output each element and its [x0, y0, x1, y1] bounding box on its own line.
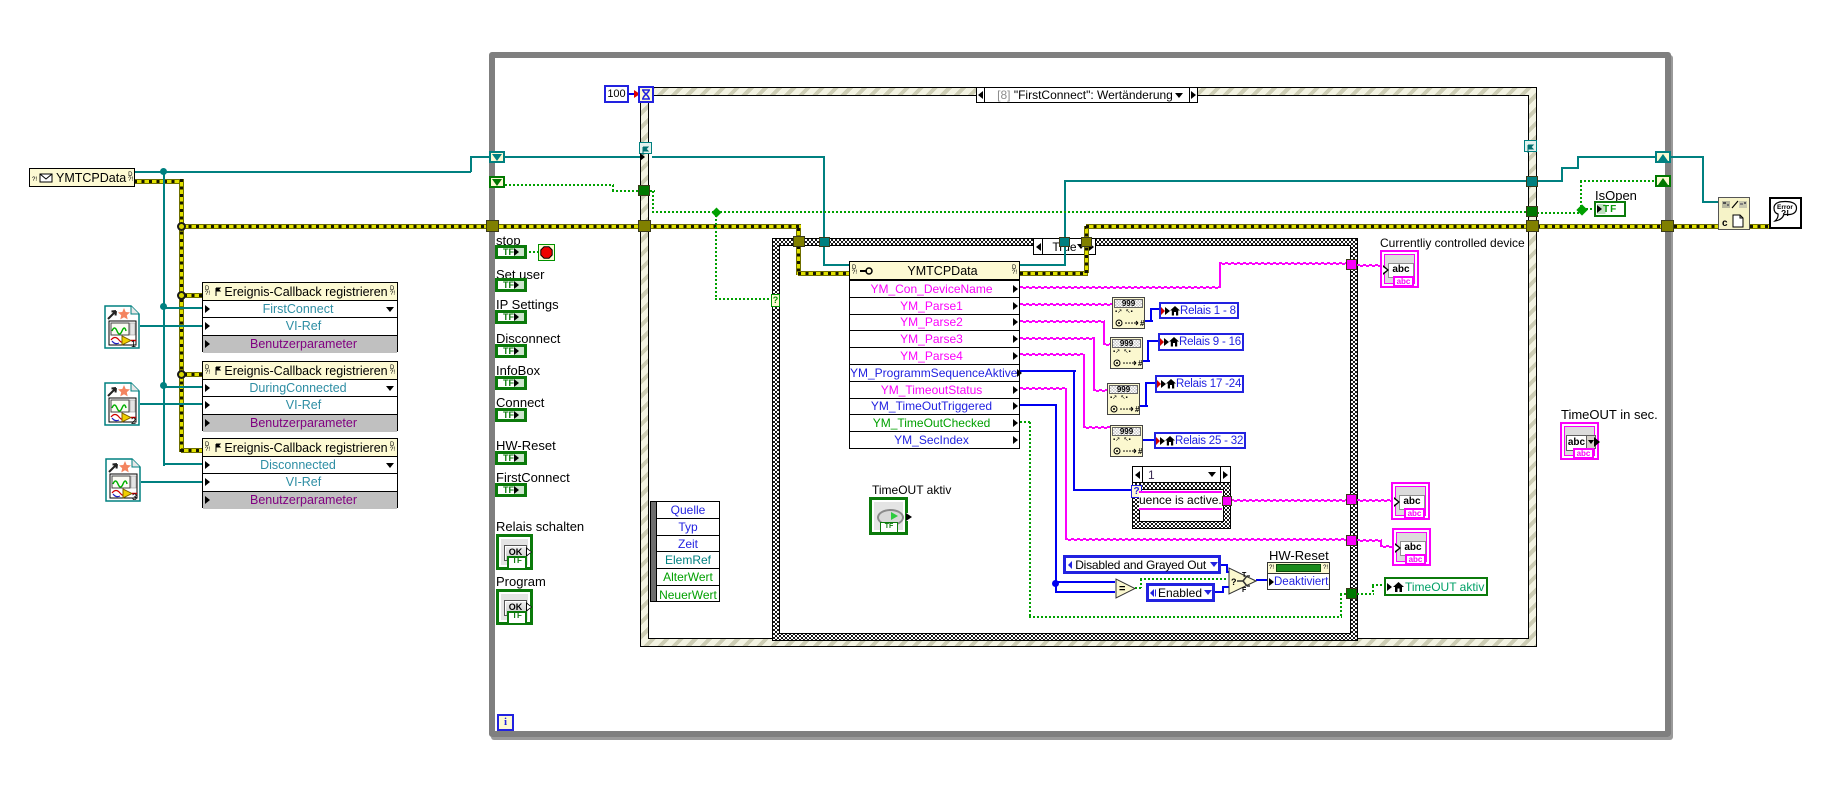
svg-text:=: =: [1119, 583, 1125, 595]
svg-text:2: 2: [131, 416, 136, 426]
svg-text:T: T: [1242, 572, 1247, 579]
svg-text:1: 1: [131, 339, 136, 349]
svg-text:c: c: [1722, 218, 1728, 229]
svg-text:?!: ?!: [1781, 208, 1789, 218]
svg-text:3: 3: [132, 492, 137, 502]
svg-text:#: #: [1138, 359, 1142, 368]
svg-text:#: #: [1140, 319, 1144, 328]
svg-text:#: #: [1138, 447, 1142, 456]
svg-text:F: F: [1242, 587, 1247, 594]
svg-text:#: #: [1135, 405, 1139, 414]
svg-text:?: ?: [1231, 577, 1237, 587]
